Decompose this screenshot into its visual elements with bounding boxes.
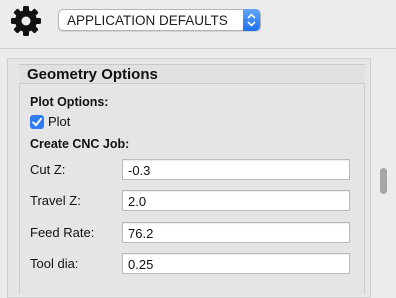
plot-checkbox[interactable] xyxy=(30,115,44,129)
header-separator xyxy=(0,48,396,49)
section-header: Geometry Options xyxy=(19,64,365,84)
tool-dia-input[interactable]: 0.25 xyxy=(122,253,350,274)
tool-dia-label: Tool dia: xyxy=(30,256,79,271)
travel-z-label: Travel Z: xyxy=(30,193,81,208)
dropdown-selected-value: APPLICATION DEFAULTS xyxy=(67,13,228,28)
defaults-dropdown[interactable]: APPLICATION DEFAULTS xyxy=(58,9,261,31)
scrollbar-thumb[interactable] xyxy=(380,168,387,194)
create-cnc-job-label: Create CNC Job: xyxy=(30,137,130,151)
feed-rate-label: Feed Rate: xyxy=(30,225,95,240)
checkmark-icon xyxy=(32,117,42,127)
section-title: Geometry Options xyxy=(27,66,158,83)
tool-dia-value: 0.25 xyxy=(128,257,154,272)
gear-icon[interactable] xyxy=(10,5,42,37)
chevron-updown-icon[interactable] xyxy=(243,9,260,31)
cut-z-value: -0.3 xyxy=(128,163,151,178)
feed-rate-input[interactable]: 76.2 xyxy=(122,222,350,243)
plot-options-label: Plot Options: xyxy=(30,95,109,109)
travel-z-value: 2.0 xyxy=(128,194,147,209)
feed-rate-value: 76.2 xyxy=(128,226,154,241)
plot-checkbox-label[interactable]: Plot xyxy=(48,114,70,129)
cut-z-input[interactable]: -0.3 xyxy=(122,159,350,180)
cut-z-label: Cut Z: xyxy=(30,162,66,177)
travel-z-input[interactable]: 2.0 xyxy=(122,190,350,211)
